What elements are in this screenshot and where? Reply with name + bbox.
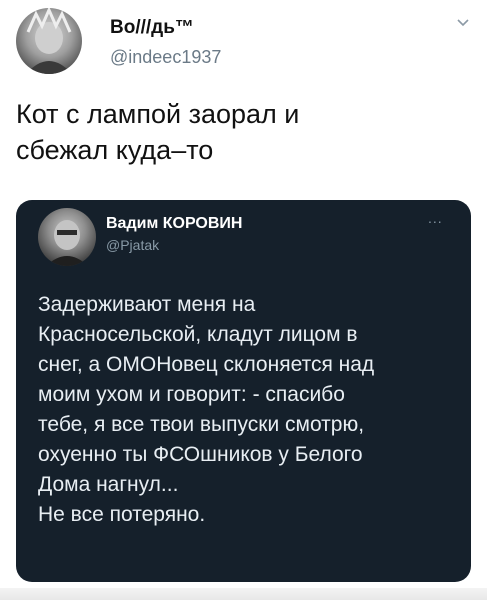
quoted-text-line: охуенно ты ФСОшников у Белого [38, 443, 363, 466]
quoted-text-line: Красносельской, кладут лицом в [38, 323, 358, 346]
bottom-divider [0, 588, 487, 600]
author-name[interactable]: Во///дь™ [110, 17, 194, 39]
quoted-text-line: снег, а ОМОНовец склоняется над [38, 353, 375, 376]
tweet-text-line: Кот с лампой заорал и [16, 99, 300, 129]
tweet-text-line: сбежал куда–то [16, 135, 214, 165]
quoted-text-line: Задерживают меня на [38, 293, 256, 316]
quoted-text-line: тебе, я все твои выпуски смотрю, [38, 413, 365, 436]
quoted-author-name[interactable]: Вадим КОРОВИН [106, 215, 242, 233]
more-options-icon[interactable]: ... [428, 210, 443, 226]
chevron-down-icon[interactable] [456, 16, 470, 30]
quoted-text-line: моим ухом и говорит: - спасибо [38, 383, 345, 406]
quoted-tweet-card[interactable]: Вадим КОРОВИН @Pjatak ... Задерживают ме… [16, 200, 471, 582]
author-avatar[interactable] [16, 8, 82, 74]
quoted-author-avatar[interactable] [38, 208, 96, 266]
quoted-text-line: Дома нагнул... [38, 473, 179, 496]
quoted-author-handle[interactable]: @Pjatak [106, 237, 159, 253]
quoted-text-line: Не все потеряно. [38, 503, 206, 526]
author-handle[interactable]: @indeec1937 [110, 47, 221, 68]
tweet-text: Кот с лампой заорал и сбежал куда–то [16, 96, 456, 168]
quoted-tweet-text: Задерживают меня на Красносельской, клад… [38, 290, 458, 530]
